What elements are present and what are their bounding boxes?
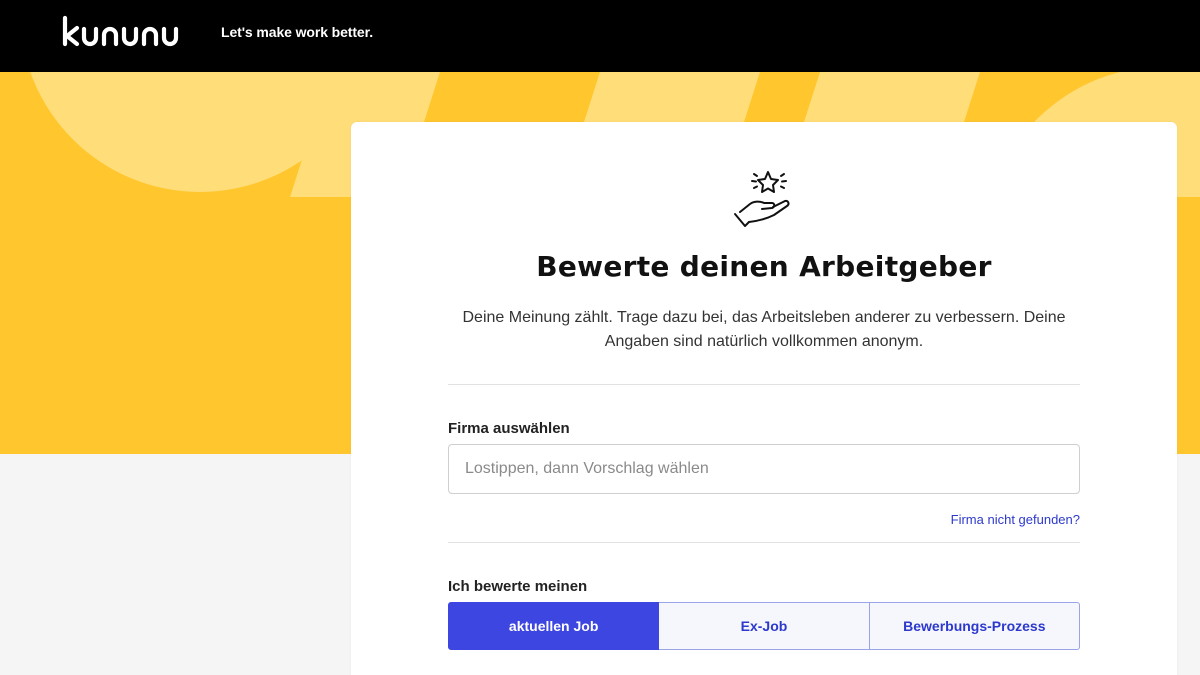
review-card: Bewerte deinen Arbeitgeber Deine Meinung…	[351, 122, 1177, 675]
header-tagline: Let's make work better.	[221, 24, 373, 40]
top-navigation-bar: Let's make work better.	[0, 0, 1200, 72]
hand-star-icon	[734, 171, 790, 227]
option-application-process-button[interactable]: Bewerbungs-Prozess	[869, 602, 1080, 650]
rating-type-label: Ich bewerte meinen	[448, 578, 588, 595]
option-ex-job-button[interactable]: Ex-Job	[659, 602, 870, 650]
divider	[448, 384, 1080, 385]
divider	[448, 542, 1080, 543]
company-not-found-link[interactable]: Firma nicht gefunden?	[951, 512, 1080, 527]
company-search-input[interactable]	[448, 444, 1080, 494]
intro-text: Deine Meinung zählt. Trage dazu bei, das…	[462, 309, 1066, 350]
company-label: Firma auswählen	[448, 420, 570, 437]
option-current-job-button[interactable]: aktuellen Job	[448, 602, 660, 650]
rating-type-selector: aktuellen Job Ex-Job Bewerbungs-Prozess	[448, 602, 1080, 650]
kununu-logo[interactable]	[62, 14, 182, 50]
page-title: Bewerte deinen Arbeitgeber	[536, 250, 992, 283]
